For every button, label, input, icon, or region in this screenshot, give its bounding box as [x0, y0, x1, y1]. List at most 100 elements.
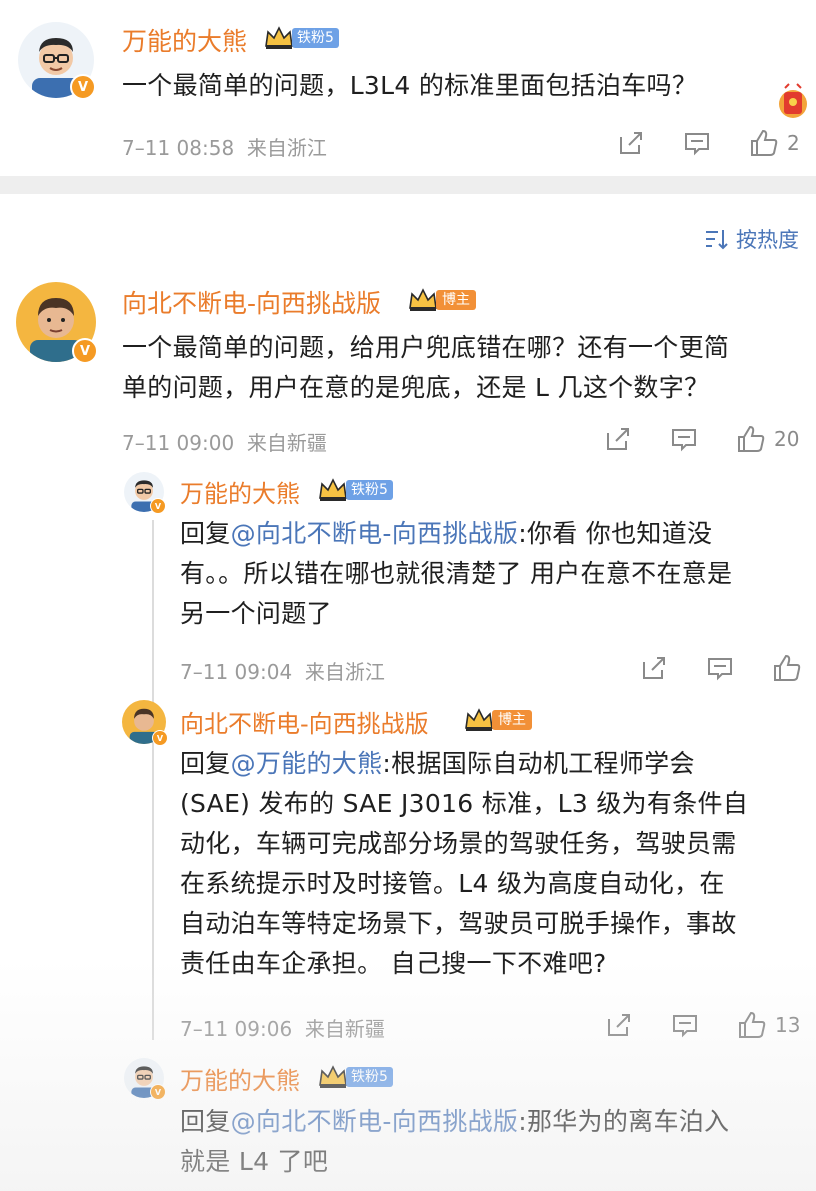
share-icon [607, 428, 629, 450]
sort-label: 按热度 [736, 228, 799, 252]
like-count: 13 [775, 1013, 801, 1037]
share-button[interactable] [617, 129, 645, 157]
comment-actions: 20 [604, 424, 799, 454]
sort-by-hot-button[interactable]: 按热度 [704, 224, 799, 254]
reply-thread-line [152, 520, 154, 1040]
mention-link[interactable]: @向北不断电-向西挑战版 [231, 519, 519, 548]
verified-v-icon: V [152, 730, 168, 746]
comment-meta: 7–11 09:00 来自新疆 [122, 427, 327, 456]
like-count: 20 [774, 427, 800, 451]
reply-text-line: 责任由车企承担。 自己搜一下不难吧? [180, 949, 607, 978]
share-icon [608, 1014, 630, 1036]
comment-button[interactable] [706, 654, 734, 682]
comment-meta: 7–11 09:06 来自新疆 [180, 1013, 385, 1042]
share-button[interactable] [640, 654, 668, 682]
reply-text-line: 另一个问题了 [180, 599, 332, 628]
user-badges: 博主 [464, 708, 532, 732]
comment-icon [672, 429, 696, 452]
reply-text-line: 自动泊车等特定场景下，驾驶员可脱手操作，事故 [180, 909, 737, 938]
red-envelope-icon[interactable] [776, 82, 810, 122]
share-button[interactable] [604, 425, 632, 453]
avatar[interactable]: V [18, 22, 96, 100]
reply-text-line: 动化，车辆可完成部分场景的驾驶任务，驾驶员需 [180, 829, 737, 858]
like-button[interactable]: 20 [736, 424, 799, 454]
comment-button[interactable] [670, 425, 698, 453]
comment-meta: 7–11 08:58 来自浙江 [122, 132, 327, 161]
blogger-badge: 博主 [492, 710, 532, 730]
comment-text-line: 一个最简单的问题，给用户兜底错在哪？还有一个更简 [122, 333, 730, 362]
reply-first-line: 回复@万能的大熊:根据国际自动机工程师学会 [180, 744, 810, 784]
comment-time: 7–11 09:06 [180, 1017, 293, 1041]
comment-username[interactable]: 万能的大熊 [122, 22, 247, 58]
verified-v-icon: V [70, 74, 96, 100]
reply-text: 回复@向北不断电-向西挑战版:你看 你也知道没 有。。所以错在哪也就很清楚了 用… [180, 514, 810, 634]
reply-text-line: 就是 L4 了吧 [180, 1147, 329, 1176]
user-badges: 铁粉5 [318, 1065, 393, 1089]
thumbs-up-icon [738, 425, 765, 452]
like-button[interactable]: 2 [749, 128, 800, 158]
reply-text: 回复@万能的大熊:根据国际自动机工程师学会 (SAE) 发布的 SAE J301… [180, 744, 810, 984]
share-button[interactable] [605, 1011, 633, 1039]
reply-first-line: 回复@向北不断电-向西挑战版:那华为的离车泊入 [180, 1102, 810, 1142]
share-icon [620, 132, 642, 154]
reply-text-line: (SAE) 发布的 SAE J3016 标准，L3 级为有条件自 [180, 789, 749, 818]
comment-meta: 7–11 09:04 来自浙江 [180, 656, 385, 685]
avatar[interactable]: V [124, 1058, 166, 1100]
reply-text-line: 在系统提示时及时接管。L4 级为高度自动化，在 [180, 869, 725, 898]
reply-text-line: 有。。所以错在哪也就很清楚了 用户在意不在意是 [180, 559, 733, 588]
comment-location: 来自浙江 [304, 660, 385, 684]
section-divider [0, 176, 816, 194]
user-badges: 铁粉5 [264, 26, 339, 50]
reply-text-first: :那华为的离车泊入 [518, 1107, 730, 1136]
like-button[interactable]: 13 [737, 1010, 800, 1040]
user-badges: 铁粉5 [318, 478, 393, 502]
comment-actions: 13 [605, 1010, 800, 1040]
comment-username[interactable]: 向北不断电-向西挑战版 [122, 284, 381, 320]
comment-location: 来自浙江 [246, 136, 327, 160]
fan-level-badge: 铁粉5 [346, 480, 393, 500]
comment-username[interactable]: 向北不断电-向西挑战版 [180, 704, 429, 739]
mention-link[interactable]: @万能的大熊 [231, 749, 383, 778]
reply-text-first: :你看 你也知道没 [518, 519, 713, 548]
comment-icon [673, 1015, 697, 1038]
share-icon [643, 657, 665, 679]
reply-prefix: 回复 [180, 519, 231, 548]
avatar[interactable]: V [122, 700, 168, 746]
avatar[interactable]: V [124, 472, 166, 514]
sort-icon [706, 230, 728, 250]
verified-v-icon: V [72, 338, 98, 364]
comment-location: 来自新疆 [304, 1017, 385, 1041]
mention-link[interactable]: @向北不断电-向西挑战版 [231, 1107, 519, 1136]
reply-prefix: 回复 [180, 1107, 231, 1136]
reply-prefix: 回复 [180, 749, 231, 778]
comment-location: 来自新疆 [246, 431, 327, 455]
comment-icon [685, 133, 709, 156]
comment-actions: 2 [617, 128, 800, 158]
verified-v-icon: V [150, 498, 166, 514]
comment-icon [708, 658, 732, 681]
fan-level-badge: 铁粉5 [292, 28, 339, 48]
comment-button[interactable] [671, 1011, 699, 1039]
like-count: 2 [787, 131, 800, 155]
comment-text: 一个最简单的问题，L3L4 的标准里面包括泊车吗？ [122, 71, 698, 100]
thumbs-up-icon [739, 1011, 766, 1038]
comment-text-line: 单的问题，用户在意的是兜底，还是 L 几这个数字？ [122, 373, 710, 402]
crown-icon [319, 478, 347, 501]
crown-icon [465, 708, 493, 731]
comment-actions [640, 653, 810, 683]
comment-username[interactable]: 万能的大熊 [180, 1061, 300, 1096]
crown-icon [319, 1065, 347, 1088]
comment-username[interactable]: 万能的大熊 [180, 474, 300, 509]
reply-text-first: :根据国际自动机工程师学会 [382, 749, 695, 778]
comment-text: 一个最简单的问题，给用户兜底错在哪？还有一个更简 单的问题，用户在意的是兜底，还… [122, 328, 812, 408]
comment-time: 7–11 08:58 [122, 136, 235, 160]
crown-icon [409, 288, 437, 311]
reply-text: 回复@向北不断电-向西挑战版:那华为的离车泊入 就是 L4 了吧 [180, 1102, 810, 1182]
like-button[interactable] [772, 653, 810, 683]
user-badges: 博主 [408, 288, 476, 312]
avatar[interactable]: V [16, 282, 98, 364]
reply-first-line: 回复@向北不断电-向西挑战版:你看 你也知道没 [180, 514, 810, 554]
thumbs-up-icon [774, 654, 801, 681]
thumbs-up-icon [751, 129, 778, 156]
comment-button[interactable] [683, 129, 711, 157]
